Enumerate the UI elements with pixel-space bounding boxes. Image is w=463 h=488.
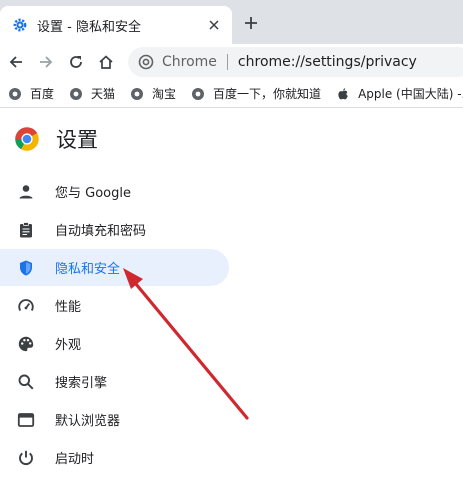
clipboard-icon — [17, 221, 35, 239]
nav-label: 自动填充和密码 — [55, 224, 147, 239]
url-text[interactable]: chrome://settings/privacy — [238, 54, 417, 70]
nav-item-default-browser[interactable]: 默认浏览器 — [0, 401, 229, 438]
home-icon — [99, 55, 113, 69]
person-icon — [17, 183, 35, 201]
plus-icon — [245, 17, 257, 29]
nav-label: 默认浏览器 — [55, 414, 121, 429]
nav-item-performance[interactable]: 性能 — [0, 287, 229, 324]
back-button[interactable] — [4, 50, 28, 74]
nav-item-on-startup[interactable]: 启动时 — [0, 439, 229, 476]
bookmark-item[interactable]: Apple (中国大陆) -... — [336, 85, 463, 102]
nav-label: 外观 — [55, 338, 82, 353]
nav-item-appearance[interactable]: 外观 — [0, 325, 229, 362]
settings-header: 设置 — [14, 125, 98, 153]
arrow-left-icon — [9, 56, 22, 68]
globe-icon — [69, 87, 83, 101]
new-tab-button[interactable] — [240, 12, 262, 34]
reload-icon — [70, 56, 82, 68]
globe-icon — [191, 87, 205, 101]
tab-title: 设置 - 隐私和安全 — [37, 19, 141, 35]
nav-label: 搜索引擎 — [55, 376, 108, 391]
bookmark-item[interactable]: 百度 — [8, 85, 54, 102]
tab-settings[interactable]: 设置 - 隐私和安全 — [0, 6, 232, 44]
bookmarks-bar: 百度 天猫 淘宝 百度一下，你就知道 Apple (中国大陆) -... — [0, 80, 463, 108]
reload-button[interactable] — [64, 50, 88, 74]
page-title: 设置 — [56, 128, 98, 152]
palette-icon — [17, 335, 35, 353]
power-icon — [17, 449, 35, 467]
omnibox-divider — [226, 54, 228, 70]
bookmark-label: 百度 — [30, 87, 55, 101]
nav-label: 您与 Google — [55, 186, 131, 201]
search-icon — [17, 373, 35, 391]
tab-strip: 设置 - 隐私和安全 — [0, 0, 463, 44]
bookmark-item[interactable]: 淘宝 — [130, 85, 176, 102]
forward-button[interactable] — [34, 50, 58, 74]
nav-item-you-and-google[interactable]: 您与 Google — [0, 173, 229, 210]
nav-label: 启动时 — [55, 452, 95, 467]
browser-icon — [17, 411, 35, 429]
bookmark-label: 百度一下，你就知道 — [213, 87, 322, 101]
gear-icon — [12, 17, 28, 33]
address-bar[interactable]: Chrome chrome://settings/privacy — [128, 47, 463, 77]
nav-item-autofill[interactable]: 自动填充和密码 — [0, 211, 229, 248]
nav-item-privacy[interactable]: 隐私和安全 — [0, 249, 229, 286]
bookmark-label: 天猫 — [91, 87, 116, 101]
nav-label: 性能 — [55, 300, 82, 315]
globe-icon — [130, 87, 144, 101]
bookmark-item[interactable]: 天猫 — [69, 85, 115, 102]
home-button[interactable] — [94, 50, 118, 74]
nav-label: 隐私和安全 — [55, 262, 121, 277]
gauge-icon — [17, 297, 35, 315]
toolbar: Chrome chrome://settings/privacy — [0, 44, 463, 80]
close-icon[interactable] — [206, 17, 222, 33]
bookmark-label: 淘宝 — [152, 87, 177, 101]
chrome-logo-icon — [14, 126, 40, 152]
bookmark-label: Apple (中国大陆) -... — [358, 87, 463, 101]
arrow-right-icon — [40, 56, 53, 68]
shield-icon — [17, 259, 35, 277]
site-label: Chrome — [162, 54, 217, 70]
bookmark-item[interactable]: 百度一下，你就知道 — [191, 85, 321, 102]
chrome-logo-icon — [138, 54, 154, 70]
globe-icon — [8, 87, 22, 101]
nav-item-search-engine[interactable]: 搜索引擎 — [0, 363, 229, 400]
apple-icon — [336, 87, 350, 101]
